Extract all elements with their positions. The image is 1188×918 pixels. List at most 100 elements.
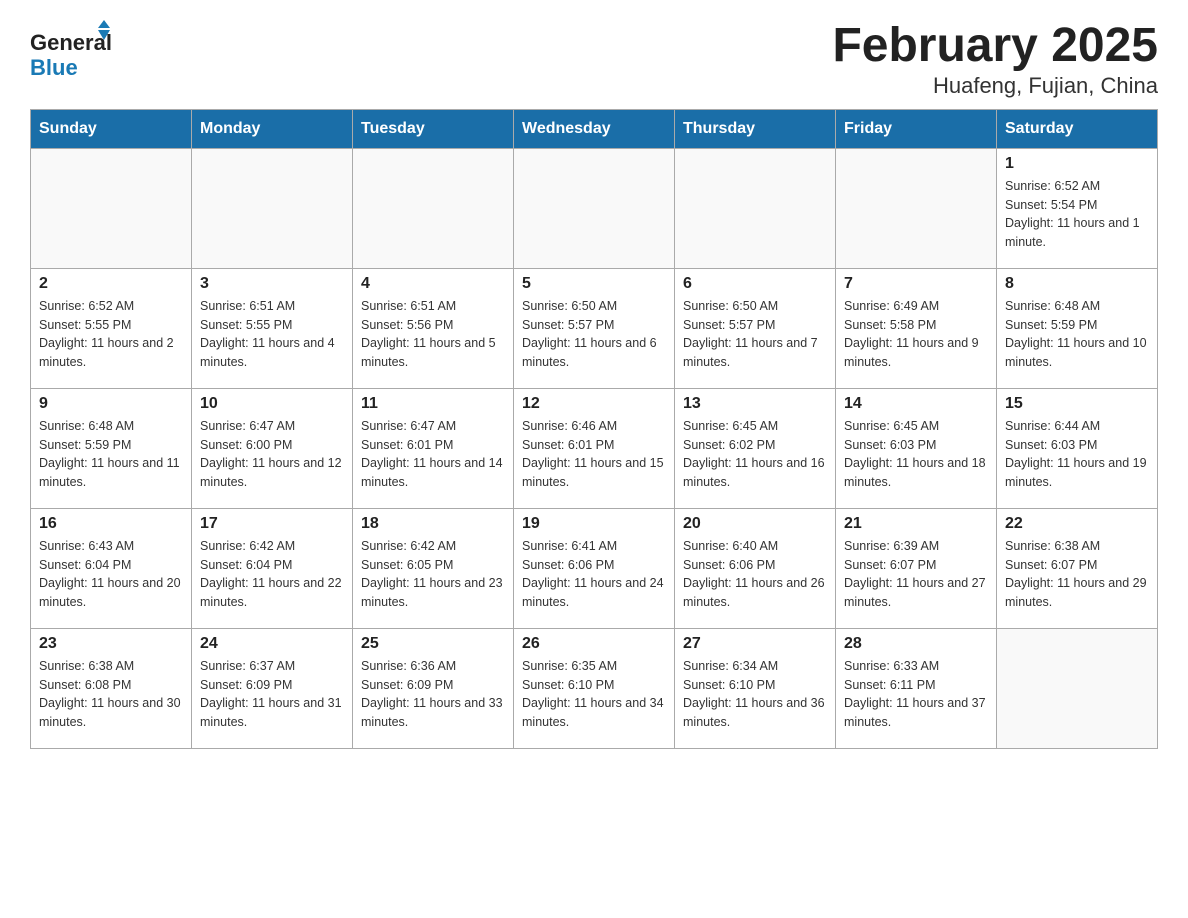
logo: General Blue xyxy=(30,20,120,85)
day-info: Sunrise: 6:50 AMSunset: 5:57 PMDaylight:… xyxy=(522,297,666,372)
day-header-friday: Friday xyxy=(836,109,997,148)
day-info: Sunrise: 6:46 AMSunset: 6:01 PMDaylight:… xyxy=(522,417,666,492)
day-number: 6 xyxy=(683,275,827,293)
svg-text:General: General xyxy=(30,30,112,55)
day-info: Sunrise: 6:48 AMSunset: 5:59 PMDaylight:… xyxy=(39,417,183,492)
day-info: Sunrise: 6:41 AMSunset: 6:06 PMDaylight:… xyxy=(522,537,666,612)
day-number: 5 xyxy=(522,275,666,293)
day-info: Sunrise: 6:36 AMSunset: 6:09 PMDaylight:… xyxy=(361,657,505,732)
calendar-cell: 17 Sunrise: 6:42 AMSunset: 6:04 PMDayligh… xyxy=(192,508,353,628)
day-header-monday: Monday xyxy=(192,109,353,148)
calendar-cell: 27 Sunrise: 6:34 AMSunset: 6:10 PMDayligh… xyxy=(675,628,836,748)
calendar-cell: 22 Sunrise: 6:38 AMSunset: 6:07 PMDayligh… xyxy=(997,508,1158,628)
title-block: February 2025 Huafeng, Fujian, China xyxy=(832,20,1158,99)
day-info: Sunrise: 6:49 AMSunset: 5:58 PMDaylight:… xyxy=(844,297,988,372)
calendar-cell: 18 Sunrise: 6:42 AMSunset: 6:05 PMDayligh… xyxy=(353,508,514,628)
day-info: Sunrise: 6:37 AMSunset: 6:09 PMDaylight:… xyxy=(200,657,344,732)
calendar-cell: 9 Sunrise: 6:48 AMSunset: 5:59 PMDaylight… xyxy=(31,388,192,508)
day-number: 19 xyxy=(522,515,666,533)
calendar-week-3: 9 Sunrise: 6:48 AMSunset: 5:59 PMDaylight… xyxy=(31,388,1158,508)
day-info: Sunrise: 6:38 AMSunset: 6:07 PMDaylight:… xyxy=(1005,537,1149,612)
calendar-cell: 10Sunrise: 6:47 AMSunset: 6:00 PMDayligh… xyxy=(192,388,353,508)
calendar-cell: 15 Sunrise: 6:44 AMSunset: 6:03 PMDayligh… xyxy=(997,388,1158,508)
day-number: 21 xyxy=(844,515,988,533)
day-info: Sunrise: 6:47 AMSunset: 6:00 PMDaylight:… xyxy=(200,417,344,492)
day-number: 27 xyxy=(683,635,827,653)
day-header-saturday: Saturday xyxy=(997,109,1158,148)
day-info: Sunrise: 6:50 AMSunset: 5:57 PMDaylight:… xyxy=(683,297,827,372)
calendar-cell: 11Sunrise: 6:47 AMSunset: 6:01 PMDayligh… xyxy=(353,388,514,508)
day-number: 4 xyxy=(361,275,505,293)
calendar-cell: 6 Sunrise: 6:50 AMSunset: 5:57 PMDaylight… xyxy=(675,268,836,388)
day-number: 23 xyxy=(39,635,183,653)
day-info: Sunrise: 6:34 AMSunset: 6:10 PMDaylight:… xyxy=(683,657,827,732)
calendar-cell: 19 Sunrise: 6:41 AMSunset: 6:06 PMDayligh… xyxy=(514,508,675,628)
day-info: Sunrise: 6:38 AMSunset: 6:08 PMDaylight:… xyxy=(39,657,183,732)
day-number: 7 xyxy=(844,275,988,293)
day-number: 22 xyxy=(1005,515,1149,533)
logo-svg: General Blue xyxy=(30,20,120,85)
calendar-week-1: 1 Sunrise: 6:52 AMSunset: 5:54 PMDaylight… xyxy=(31,148,1158,268)
calendar-week-2: 2 Sunrise: 6:52 AMSunset: 5:55 PMDaylight… xyxy=(31,268,1158,388)
day-info: Sunrise: 6:33 AMSunset: 6:11 PMDaylight:… xyxy=(844,657,988,732)
day-info: Sunrise: 6:52 AMSunset: 5:54 PMDaylight:… xyxy=(1005,177,1149,252)
day-info: Sunrise: 6:35 AMSunset: 6:10 PMDaylight:… xyxy=(522,657,666,732)
svg-text:Blue: Blue xyxy=(30,55,78,80)
calendar-cell: 2 Sunrise: 6:52 AMSunset: 5:55 PMDaylight… xyxy=(31,268,192,388)
calendar-cell xyxy=(997,628,1158,748)
calendar-cell xyxy=(836,148,997,268)
day-number: 18 xyxy=(361,515,505,533)
day-number: 25 xyxy=(361,635,505,653)
day-number: 9 xyxy=(39,395,183,413)
calendar-cell xyxy=(353,148,514,268)
day-number: 28 xyxy=(844,635,988,653)
calendar-cell: 23 Sunrise: 6:38 AMSunset: 6:08 PMDayligh… xyxy=(31,628,192,748)
day-number: 20 xyxy=(683,515,827,533)
calendar-cell xyxy=(675,148,836,268)
calendar-cell: 14 Sunrise: 6:45 AMSunset: 6:03 PMDayligh… xyxy=(836,388,997,508)
day-info: Sunrise: 6:51 AMSunset: 5:56 PMDaylight:… xyxy=(361,297,505,372)
day-info: Sunrise: 6:42 AMSunset: 6:05 PMDaylight:… xyxy=(361,537,505,612)
day-header-sunday: Sunday xyxy=(31,109,192,148)
calendar-cell: 12 Sunrise: 6:46 AMSunset: 6:01 PMDayligh… xyxy=(514,388,675,508)
day-number: 13 xyxy=(683,395,827,413)
day-info: Sunrise: 6:51 AMSunset: 5:55 PMDaylight:… xyxy=(200,297,344,372)
day-info: Sunrise: 6:45 AMSunset: 6:02 PMDaylight:… xyxy=(683,417,827,492)
calendar-cell: 1 Sunrise: 6:52 AMSunset: 5:54 PMDaylight… xyxy=(997,148,1158,268)
calendar-cell: 24 Sunrise: 6:37 AMSunset: 6:09 PMDayligh… xyxy=(192,628,353,748)
calendar-cell: 21Sunrise: 6:39 AMSunset: 6:07 PMDayligh… xyxy=(836,508,997,628)
day-number: 15 xyxy=(1005,395,1149,413)
day-number: 16 xyxy=(39,515,183,533)
day-info: Sunrise: 6:48 AMSunset: 5:59 PMDaylight:… xyxy=(1005,297,1149,372)
day-number: 1 xyxy=(1005,155,1149,173)
day-number: 2 xyxy=(39,275,183,293)
day-number: 24 xyxy=(200,635,344,653)
calendar-cell: 3Sunrise: 6:51 AMSunset: 5:55 PMDaylight… xyxy=(192,268,353,388)
calendar-cell: 7 Sunrise: 6:49 AMSunset: 5:58 PMDaylight… xyxy=(836,268,997,388)
calendar-cell: 8Sunrise: 6:48 AMSunset: 5:59 PMDaylight… xyxy=(997,268,1158,388)
calendar-cell xyxy=(31,148,192,268)
day-info: Sunrise: 6:40 AMSunset: 6:06 PMDaylight:… xyxy=(683,537,827,612)
calendar-cell: 25 Sunrise: 6:36 AMSunset: 6:09 PMDayligh… xyxy=(353,628,514,748)
day-number: 11 xyxy=(361,395,505,413)
day-header-wednesday: Wednesday xyxy=(514,109,675,148)
day-number: 14 xyxy=(844,395,988,413)
day-header-thursday: Thursday xyxy=(675,109,836,148)
calendar-week-5: 23 Sunrise: 6:38 AMSunset: 6:08 PMDayligh… xyxy=(31,628,1158,748)
day-number: 17 xyxy=(200,515,344,533)
calendar-cell: 5 Sunrise: 6:50 AMSunset: 5:57 PMDaylight… xyxy=(514,268,675,388)
calendar-cell xyxy=(192,148,353,268)
day-info: Sunrise: 6:45 AMSunset: 6:03 PMDaylight:… xyxy=(844,417,988,492)
calendar-title: February 2025 xyxy=(832,20,1158,73)
day-header-tuesday: Tuesday xyxy=(353,109,514,148)
day-info: Sunrise: 6:52 AMSunset: 5:55 PMDaylight:… xyxy=(39,297,183,372)
calendar-cell xyxy=(514,148,675,268)
calendar-cell: 16Sunrise: 6:43 AMSunset: 6:04 PMDayligh… xyxy=(31,508,192,628)
calendar-cell: 28 Sunrise: 6:33 AMSunset: 6:11 PMDayligh… xyxy=(836,628,997,748)
day-info: Sunrise: 6:44 AMSunset: 6:03 PMDaylight:… xyxy=(1005,417,1149,492)
calendar-header-row: SundayMondayTuesdayWednesdayThursdayFrid… xyxy=(31,109,1158,148)
day-number: 12 xyxy=(522,395,666,413)
calendar-cell: 20 Sunrise: 6:40 AMSunset: 6:06 PMDayligh… xyxy=(675,508,836,628)
calendar-subtitle: Huafeng, Fujian, China xyxy=(832,73,1158,99)
day-info: Sunrise: 6:42 AMSunset: 6:04 PMDaylight:… xyxy=(200,537,344,612)
